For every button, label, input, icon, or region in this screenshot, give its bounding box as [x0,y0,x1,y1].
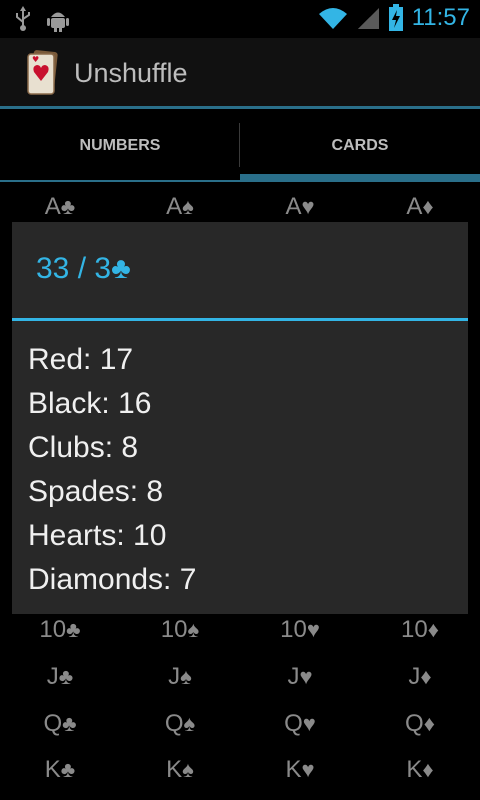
stat-spades: Spades: 8 [28,475,164,508]
stats-dialog[interactable]: 33 / 3♣ Red: 17 Black: 16 Clubs: 8 Spade… [12,222,468,614]
stat-red: Red: 17 [28,343,134,376]
card-cell[interactable]: K♥ [240,748,360,792]
tab-bar: NUMBERS CARDS [0,109,480,181]
dialog-body: Red: 17 Black: 16 Clubs: 8 Spades: 8 Hea… [28,338,196,602]
card-cell[interactable]: Q♣ [0,702,120,746]
card-cell[interactable]: K♠ [120,748,240,792]
status-bar: 11:57 [0,0,480,38]
card-cell[interactable]: Q♥ [240,702,360,746]
card-cell[interactable]: J♣ [0,655,120,699]
card-cell[interactable]: 10♦ [360,608,480,652]
action-bar: ♥ Unshuffle [0,38,480,108]
card-cell[interactable]: 10♣ [0,608,120,652]
dialog-title-divider [12,318,468,321]
card-row-tens: 10♣ 10♠ 10♥ 10♦ [0,608,480,652]
card-cell[interactable]: J♦ [360,655,480,699]
card-row-kings: K♣ K♠ K♥ K♦ [0,748,480,792]
card-cell[interactable]: J♥ [240,655,360,699]
card-cell[interactable]: K♣ [0,748,120,792]
card-cell[interactable]: Q♦ [360,702,480,746]
svg-text:♥: ♥ [32,55,39,64]
stat-diamonds: Diamonds: 7 [28,563,197,596]
wifi-icon [318,8,347,29]
stat-clubs: Clubs: 8 [28,431,139,464]
club-icon: ♣ [111,252,131,285]
clock: 11:57 [411,4,470,31]
card-cell[interactable]: 10♥ [240,608,360,652]
tab-numbers[interactable]: NUMBERS [0,109,240,181]
tab-cards[interactable]: CARDS [240,109,480,181]
stat-hearts: Hearts: 10 [28,519,167,552]
card-cell[interactable]: Q♠ [120,702,240,746]
usb-icon [16,6,30,31]
card-cell[interactable]: J♠ [120,655,240,699]
app-title: Unshuffle [74,58,188,88]
stat-black: Black: 16 [28,387,152,420]
card-cell[interactable]: K♦ [360,748,480,792]
app-card-icon[interactable]: ♥ [26,50,58,96]
android-debug-icon [47,12,69,32]
battery-charging-icon [388,4,403,31]
dialog-title: 33 / 3♣ [36,252,131,285]
card-row-jacks: J♣ J♠ J♥ J♦ [0,655,480,699]
signal-icon [357,8,379,29]
card-cell[interactable]: 10♠ [120,608,240,652]
card-row-queens: Q♣ Q♠ Q♥ Q♦ [0,702,480,746]
tab-selected-indicator [240,174,480,182]
